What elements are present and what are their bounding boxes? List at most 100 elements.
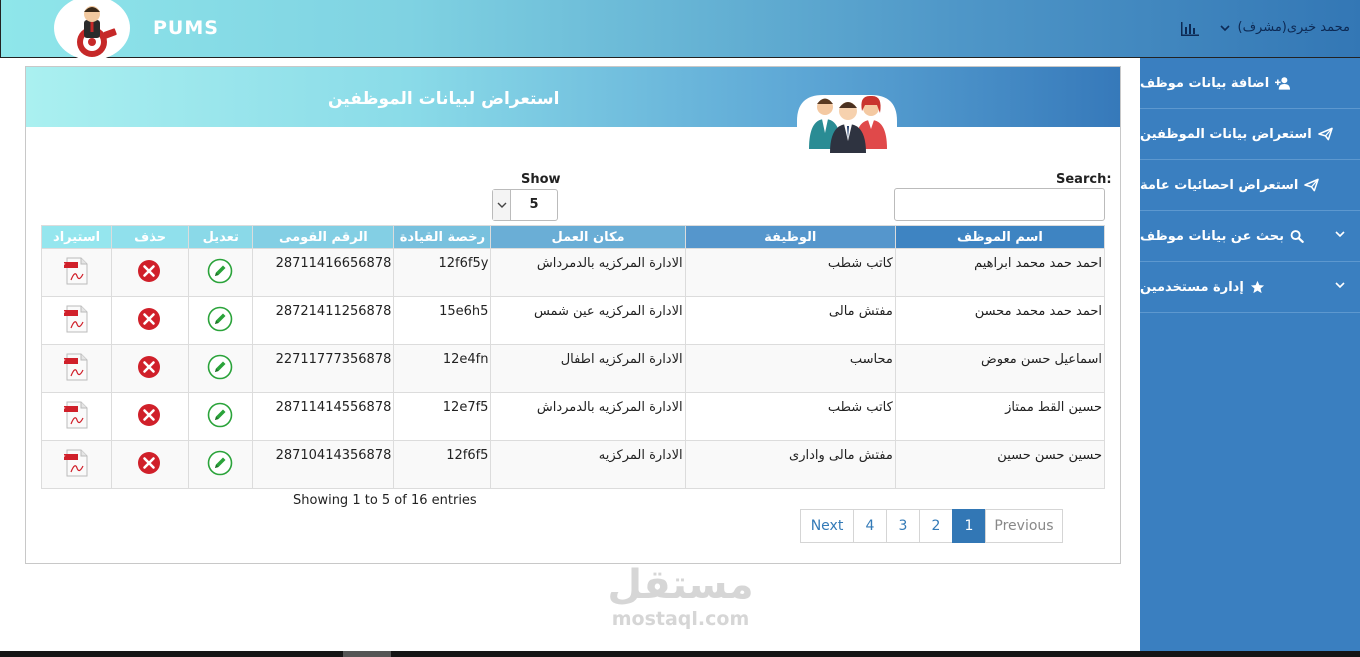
taskbar-strip (0, 651, 1360, 657)
cell-license: 12f6f5y (393, 248, 492, 297)
page-size-value: 5 (529, 197, 539, 212)
cell-national-id: 28710414356878 (252, 440, 395, 489)
page-size-select[interactable]: 5 (492, 189, 558, 221)
sidebar-item-add-employee[interactable]: اضافة بيانات موظف (1140, 58, 1360, 109)
svg-text:PDF: PDF (61, 455, 66, 461)
pagination: Next 4 3 2 1 Previous (800, 509, 1063, 543)
cell-name: احمد حمد محمد ابراهيم (894, 248, 1106, 297)
table-row: حسين القط ممتاز كاتب شطب الادارة المركزي… (40, 392, 1106, 441)
pagination-page-1[interactable]: 1 (952, 509, 986, 543)
taskbar-segment (343, 651, 391, 657)
delete-icon (138, 355, 161, 378)
cell-workplace: الادارة المركزيه اطفال (490, 344, 686, 393)
cell-workplace: الادارة المركزيه عين شمس (490, 296, 686, 345)
chevron-down-icon (1219, 24, 1230, 31)
column-header-workplace[interactable]: مكان العمل (490, 225, 686, 249)
edit-icon (207, 258, 233, 283)
column-header-license[interactable]: رخصة القيادة (393, 225, 492, 249)
table-header-row: اسم الموظف الوظيفة مكان العمل رخصة القيا… (40, 225, 1106, 249)
cell-name: حسين حسن حسين (894, 440, 1106, 489)
edit-button[interactable] (188, 248, 254, 297)
column-header-edit: تعديل (188, 225, 254, 249)
sidebar-item-view-employees[interactable]: استعراض بيانات الموظفين (1140, 109, 1360, 160)
top-navbar: PUMS محمد خيرى(مشرف) (0, 0, 1360, 60)
page-size-label: Show (521, 172, 561, 187)
logo-icon (77, 6, 117, 57)
cell-job: مفتش مالى (684, 296, 896, 345)
cell-national-id: 28711416656878 (252, 248, 395, 297)
column-header-import: استيراد (40, 225, 113, 249)
edit-button[interactable] (188, 296, 254, 345)
delete-button[interactable] (111, 392, 190, 441)
cell-job: مفتش مالى وادارى (684, 440, 896, 489)
cell-license: 12e7f5 (393, 392, 492, 441)
user-name: محمد خيرى(مشرف) (1237, 20, 1351, 35)
pagination-page-3[interactable]: 3 (886, 509, 920, 543)
sidebar-item-view-statistics[interactable]: استعراض احصائيات عامة (1140, 160, 1360, 211)
export-pdf-button[interactable]: PDF (40, 440, 113, 489)
column-header-national-id[interactable]: الرقم القومى (252, 225, 395, 249)
pdf-icon: PDF (55, 257, 88, 284)
sidebar-item-label: استعراض احصائيات عامة (1140, 177, 1299, 193)
user-plus-icon (1275, 77, 1291, 90)
cell-name: اسماعيل حسن معوض (894, 344, 1106, 393)
cell-job: محاسب (684, 344, 896, 393)
export-pdf-button[interactable]: PDF (40, 344, 113, 393)
edit-button[interactable] (188, 344, 254, 393)
svg-text:PDF: PDF (61, 311, 66, 317)
pagination-next[interactable]: Next (800, 509, 854, 543)
pagination-previous[interactable]: Previous (985, 509, 1063, 543)
pagination-page-4[interactable]: 4 (853, 509, 887, 543)
edit-button[interactable] (188, 392, 254, 441)
edit-icon (207, 450, 233, 475)
search-icon (1290, 230, 1304, 243)
cell-name: احمد حمد محمد محسن (894, 296, 1106, 345)
cell-name: حسين القط ممتاز (894, 392, 1106, 441)
employees-group-icon (797, 95, 897, 153)
search-input[interactable] (894, 188, 1105, 221)
column-header-name[interactable]: اسم الموظف (894, 225, 1106, 249)
pdf-icon: PDF (55, 353, 88, 380)
delete-button[interactable] (111, 440, 190, 489)
table-row: حسين حسن حسين مفتش مالى وادارى الادارة ا… (40, 440, 1106, 489)
svg-text:PDF: PDF (61, 407, 66, 413)
table-row: احمد حمد محمد محسن مفتش مالى الادارة الم… (40, 296, 1106, 345)
star-icon (1250, 280, 1264, 294)
paper-plane-icon (1317, 127, 1333, 141)
svg-text:PDF: PDF (61, 263, 66, 269)
cell-license: 15e6h5 (393, 296, 492, 345)
column-header-job[interactable]: الوظيفة (684, 225, 896, 249)
cell-workplace: الادارة المركزيه (490, 440, 686, 489)
edit-icon (207, 402, 233, 427)
delete-icon (138, 451, 161, 474)
user-menu[interactable]: محمد خيرى(مشرف) (1219, 20, 1351, 35)
sidebar-item-user-management[interactable]: إدارة مستخدمين (1140, 262, 1360, 313)
cell-workplace: الادارة المركزيه بالدمرداش (490, 248, 686, 297)
watermark-arabic: مستقل (607, 562, 754, 608)
sidebar-item-label: استعراض بيانات الموظفين (1140, 126, 1312, 142)
chevron-down-icon (1335, 282, 1345, 289)
entries-info: Showing 1 to 5 of 16 entries (293, 493, 477, 508)
watermark-latin: mostaql.com (611, 608, 750, 630)
delete-icon (138, 307, 161, 330)
pdf-icon: PDF (55, 305, 88, 332)
edit-button[interactable] (188, 440, 254, 489)
delete-button[interactable] (111, 296, 190, 345)
delete-button[interactable] (111, 344, 190, 393)
sidebar-item-search-employee[interactable]: بحث عن بيانات موظف (1140, 211, 1360, 262)
cell-license: 12f6f5 (393, 440, 492, 489)
export-pdf-button[interactable]: PDF (40, 248, 113, 297)
pdf-icon: PDF (55, 449, 88, 476)
bar-chart-icon[interactable] (1181, 22, 1199, 36)
page-title: استعراض لبيانات الموظفين (328, 89, 560, 109)
column-header-delete: حذف (111, 225, 190, 249)
pagination-page-2[interactable]: 2 (919, 509, 953, 543)
export-pdf-button[interactable]: PDF (40, 296, 113, 345)
sidebar-item-label: اضافة بيانات موظف (1140, 75, 1270, 91)
delete-button[interactable] (111, 248, 190, 297)
export-pdf-button[interactable]: PDF (40, 392, 113, 441)
logo[interactable] (54, 0, 130, 60)
search-label: Search: (1056, 172, 1112, 187)
edit-icon (207, 354, 233, 379)
svg-text:PDF: PDF (61, 359, 66, 365)
